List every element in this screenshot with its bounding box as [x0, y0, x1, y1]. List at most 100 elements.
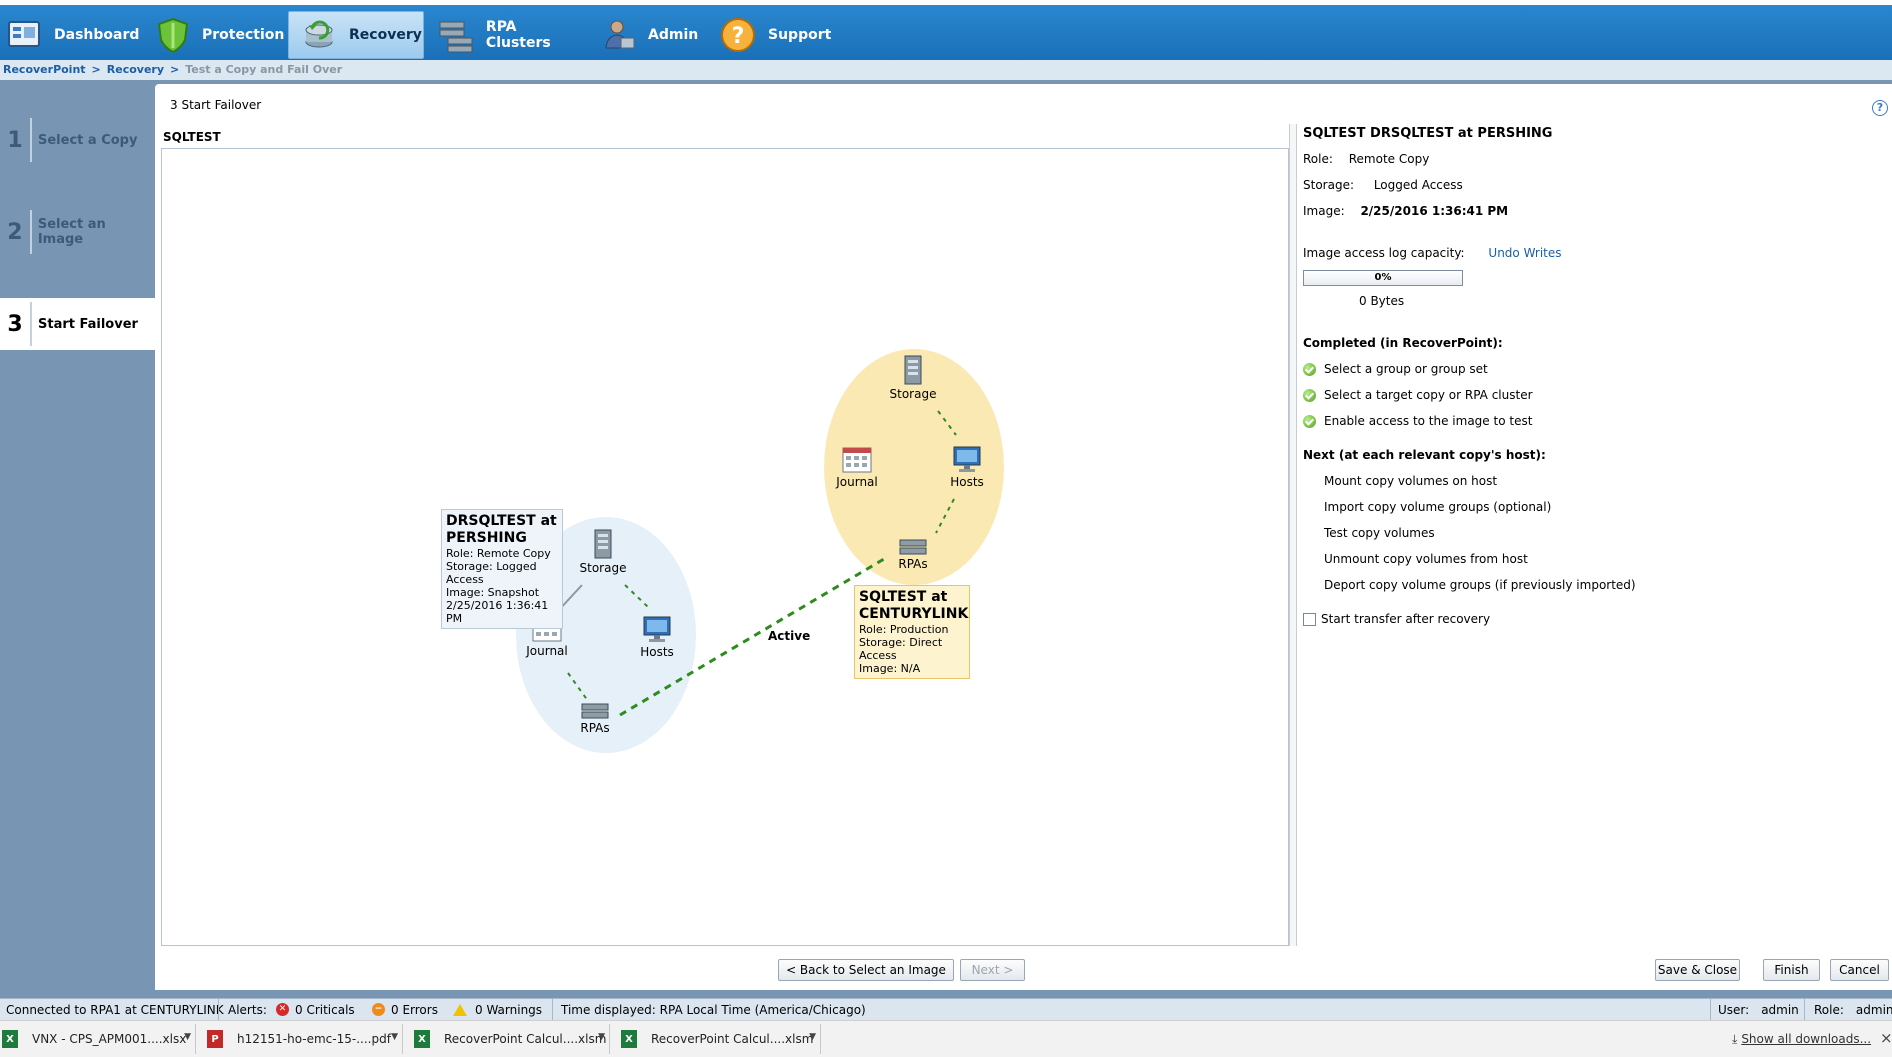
nav-dashboard[interactable]: Dashboard	[4, 11, 144, 59]
back-button[interactable]: < Back to Select an Image	[778, 959, 954, 981]
node-label: RPAs	[898, 557, 928, 571]
progress-text: 0%	[1374, 272, 1392, 283]
callout-storage: Storage: Logged Access	[446, 560, 537, 586]
production-rpas-node[interactable]: RPAs	[878, 539, 948, 571]
image-value: 2/25/2016 1:36:41 PM	[1360, 204, 1509, 218]
breadcrumb-separator: >	[91, 63, 101, 76]
link-label-active: Active	[768, 629, 811, 643]
shield-icon	[154, 15, 192, 55]
show-all-downloads[interactable]: ⤓ Show all downloads...	[1732, 1032, 1871, 1047]
details-storage-row: Storage: Logged Access	[1303, 178, 1463, 192]
next-item: Unmount copy volumes from host	[1324, 552, 1528, 566]
criticals-status[interactable]: ✕ 0 Criticals	[276, 999, 355, 1020]
nav-rpa-clusters[interactable]: RPA Clusters	[436, 11, 586, 59]
wizard-step-select-image[interactable]: 2 Select an Image	[0, 206, 155, 258]
status-separator	[1710, 999, 1711, 1020]
callout-role: Role: Remote Copy	[446, 547, 551, 560]
production-hosts-node[interactable]: Hosts	[932, 445, 1002, 489]
next-heading: Next (at each relevant copy's host):	[1303, 448, 1546, 462]
next-item: Mount copy volumes on host	[1324, 474, 1498, 488]
excel-file-icon: X	[414, 1030, 430, 1048]
recovery-icon	[299, 15, 339, 55]
callout-role: Role: Production	[859, 623, 949, 636]
close-icon[interactable]: ×	[1880, 1029, 1892, 1047]
cancel-button[interactable]: Cancel	[1830, 959, 1889, 981]
node-label: Journal	[836, 475, 878, 489]
completed-heading: Completed (in RecoverPoint):	[1303, 336, 1503, 350]
download-item[interactable]: X RecoverPoint Calcul....xlsm ▼	[621, 1024, 821, 1054]
remote-copy-callout[interactable]: DRSQLTEST at PERSHING Role: Remote Copy …	[441, 509, 563, 629]
errors-text: 0 Errors	[391, 1002, 438, 1017]
show-all-label: Show all downloads...	[1741, 1032, 1872, 1046]
dashboard-icon	[4, 15, 44, 55]
check-icon	[1303, 389, 1316, 402]
nav-admin-label: Admin	[648, 27, 699, 43]
production-journal-node[interactable]: Journal	[822, 445, 892, 489]
download-item[interactable]: X VNX - CPS_APM001....xlsx ▼	[2, 1024, 196, 1054]
warnings-status[interactable]: 0 Warnings	[453, 999, 542, 1020]
check-icon	[1303, 415, 1316, 428]
status-separator	[218, 999, 219, 1020]
step-divider	[30, 118, 32, 162]
remote-storage-node[interactable]: Storage	[568, 529, 638, 575]
finish-button[interactable]: Finish	[1763, 959, 1820, 981]
step-label: Start Failover	[38, 316, 138, 332]
chevron-down-icon[interactable]: ▼	[809, 1032, 816, 1042]
errors-status[interactable]: −0 Errors	[372, 999, 438, 1020]
image-label: Image:	[1303, 204, 1345, 218]
admin-icon	[598, 15, 638, 55]
download-item[interactable]: X RecoverPoint Calcul....xlsm ▼	[414, 1024, 610, 1054]
panel-splitter[interactable]	[1289, 124, 1297, 946]
download-filename: RecoverPoint Calcul....xlsm	[444, 1032, 607, 1046]
start-transfer-checkbox[interactable]	[1303, 613, 1316, 626]
storage-label: Storage:	[1303, 178, 1354, 192]
connection-status: Connected to RPA1 at CENTURYLINK	[6, 1002, 224, 1017]
excel-file-icon: X	[621, 1030, 637, 1048]
nav-protection[interactable]: Protection	[154, 11, 284, 59]
nav-admin[interactable]: Admin	[598, 11, 708, 59]
wizard-step-select-copy[interactable]: 1 Select a Copy	[0, 114, 155, 166]
completed-item: Select a group or group set	[1303, 362, 1488, 376]
host-monitor-icon	[643, 616, 671, 642]
save-close-button[interactable]: Save & Close	[1655, 959, 1740, 981]
breadcrumb-recoverpoint[interactable]: RecoverPoint	[3, 63, 86, 76]
details-panel: SQLTEST DRSQLTEST at PERSHING Role: Remo…	[1303, 84, 1883, 946]
role-value: Remote Copy	[1348, 152, 1430, 166]
nav-recovery[interactable]: Recovery	[288, 11, 424, 59]
chevron-down-icon[interactable]: ▼	[391, 1032, 398, 1042]
callout-title: SQLTEST at	[859, 589, 948, 605]
page-title: 3 Start Failover	[170, 98, 262, 112]
nav-rpa-clusters-label: RPA Clusters	[485, 19, 551, 51]
breadcrumb: RecoverPoint > Recovery > Test a Copy and Fa…	[0, 60, 1892, 80]
undo-writes-link[interactable]: Undo Writes	[1488, 246, 1561, 260]
breadcrumb-recovery[interactable]: Recovery	[107, 63, 164, 76]
step-divider	[29, 210, 32, 254]
node-label: Hosts	[950, 475, 984, 489]
production-storage-node[interactable]: Storage	[878, 355, 948, 401]
breadcrumb-separator: >	[170, 63, 180, 76]
log-capacity-progress-bar: 0%	[1303, 270, 1463, 286]
callout-image: Image: Snapshot	[446, 586, 540, 599]
chevron-down-icon[interactable]: ▼	[184, 1032, 191, 1042]
next-item: Import copy volume groups (optional)	[1324, 500, 1552, 514]
completed-item-text: Enable access to the image to test	[1324, 414, 1533, 428]
details-heading: SQLTEST DRSQLTEST at PERSHING	[1303, 126, 1553, 141]
node-label: Hosts	[640, 645, 674, 659]
remote-rpas-node[interactable]: RPAs	[560, 703, 630, 735]
alerts-label: Alerts:	[228, 1002, 267, 1017]
wizard-step-start-failover[interactable]: 3 Start Failover	[0, 298, 172, 350]
next-item: Test copy volumes	[1324, 526, 1435, 540]
callout-title: PERSHING	[446, 530, 527, 546]
nav-support[interactable]: ? Support	[718, 11, 838, 59]
next-button[interactable]: Next >	[960, 959, 1025, 981]
step-divider	[30, 302, 32, 346]
download-item[interactable]: P h12151-ho-emc-15-....pdf ▼	[207, 1024, 403, 1054]
nav-support-label: Support	[768, 27, 832, 43]
remote-storage-hosts-link	[624, 584, 649, 608]
start-transfer-row: Start transfer after recovery	[1303, 612, 1490, 626]
callout-title: CENTURYLINK	[859, 606, 969, 622]
chevron-down-icon[interactable]: ▼	[598, 1032, 605, 1042]
production-copy-callout[interactable]: SQLTEST at CENTURYLINK Role: Production …	[854, 585, 970, 679]
svg-text:?: ?	[732, 24, 745, 49]
remote-hosts-node[interactable]: Hosts	[622, 615, 692, 659]
